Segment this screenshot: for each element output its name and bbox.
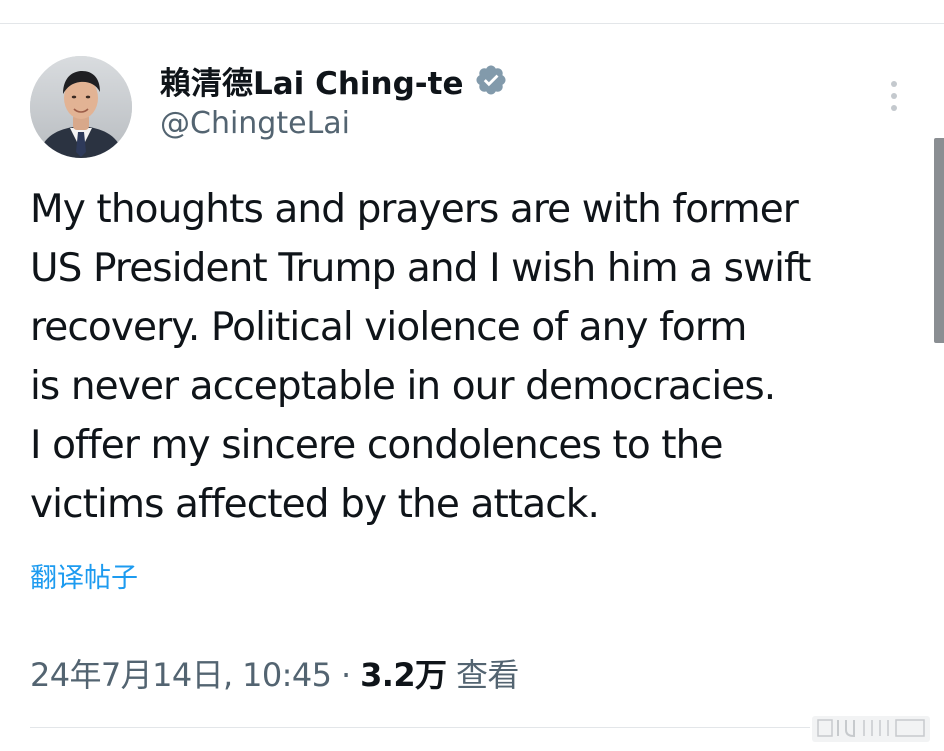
top-divider xyxy=(0,23,944,24)
tweet-timestamp[interactable]: 24年7月14日, 10:45 xyxy=(30,656,332,694)
scrollbar-thumb[interactable] xyxy=(934,138,944,343)
author-avatar[interactable] xyxy=(30,56,132,158)
tweet-line: US President Trump and I wish him a swif… xyxy=(30,246,811,291)
author-name-row: 賴清德Lai Ching-te xyxy=(160,58,508,102)
verified-badge-icon[interactable] xyxy=(474,63,508,97)
more-vertical-icon[interactable] xyxy=(878,76,910,116)
tweet-line: recovery. Political violence of any form xyxy=(30,305,747,350)
tweet-line: My thoughts and prayers are with former xyxy=(30,187,799,232)
tweet-text: My thoughts and prayers are with former … xyxy=(30,180,922,534)
tweet-meta: 24年7月14日, 10:45 · 3.2万 查看 xyxy=(30,650,519,696)
more-dot xyxy=(891,93,897,99)
watermark-logo xyxy=(812,716,930,742)
tweet-line: is never acceptable in our democracies. xyxy=(30,364,776,409)
author-handle[interactable]: @ChingteLai xyxy=(160,106,350,141)
meta-separator: · xyxy=(340,656,351,694)
tweet-line: victims affected by the attack. xyxy=(30,482,600,527)
views-count[interactable]: 3.2万 xyxy=(360,656,447,694)
avatar-photo xyxy=(30,56,132,158)
more-dot xyxy=(891,81,897,87)
bottom-divider xyxy=(30,727,810,728)
translate-post-link[interactable]: 翻译帖子 xyxy=(30,556,138,595)
views-label: 查看 xyxy=(455,656,519,694)
more-dot xyxy=(891,105,897,111)
tweet-line: I offer my sincere condolences to the xyxy=(30,423,723,468)
author-display-name[interactable]: 賴清德Lai Ching-te xyxy=(160,58,464,103)
